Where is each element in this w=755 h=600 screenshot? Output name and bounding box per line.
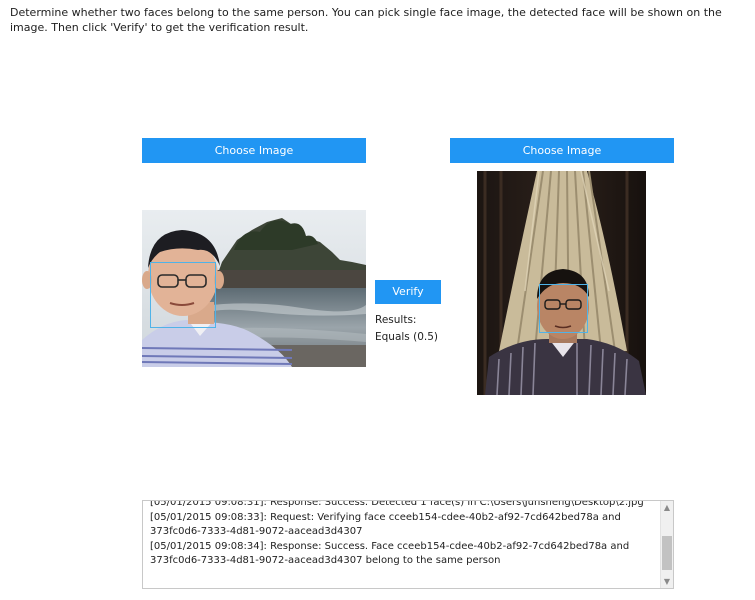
log-line: [05/01/2015 09:08:31]: Response: Success… — [150, 500, 644, 508]
detected-face-box-right — [539, 284, 588, 333]
log-output-box[interactable]: [05/01/2015 09:08:31]: Response: Success… — [142, 500, 674, 589]
log-content: [05/01/2015 09:08:31]: Response: Success… — [150, 500, 660, 569]
instructions-text: Determine whether two faces belong to th… — [10, 6, 722, 34]
scrollbar-thumb[interactable] — [662, 536, 672, 570]
log-scrollbar[interactable]: ▲ ▼ — [660, 501, 673, 588]
verify-button[interactable]: Verify — [375, 280, 441, 304]
chevron-up-icon[interactable]: ▲ — [661, 501, 673, 514]
results-label: Results: — [375, 314, 417, 326]
choose-image-left-button[interactable]: Choose Image — [142, 138, 366, 163]
left-face-image — [142, 210, 366, 367]
choose-image-right-button[interactable]: Choose Image — [450, 138, 674, 163]
right-face-image — [477, 171, 646, 395]
log-line: [05/01/2015 09:08:34]: Response: Success… — [150, 540, 630, 567]
log-line: [05/01/2015 09:08:33]: Request: Verifyin… — [150, 511, 621, 538]
chevron-down-icon[interactable]: ▼ — [661, 575, 673, 588]
results-value: Equals (0.5) — [375, 331, 439, 343]
detected-face-box-left — [150, 262, 216, 328]
